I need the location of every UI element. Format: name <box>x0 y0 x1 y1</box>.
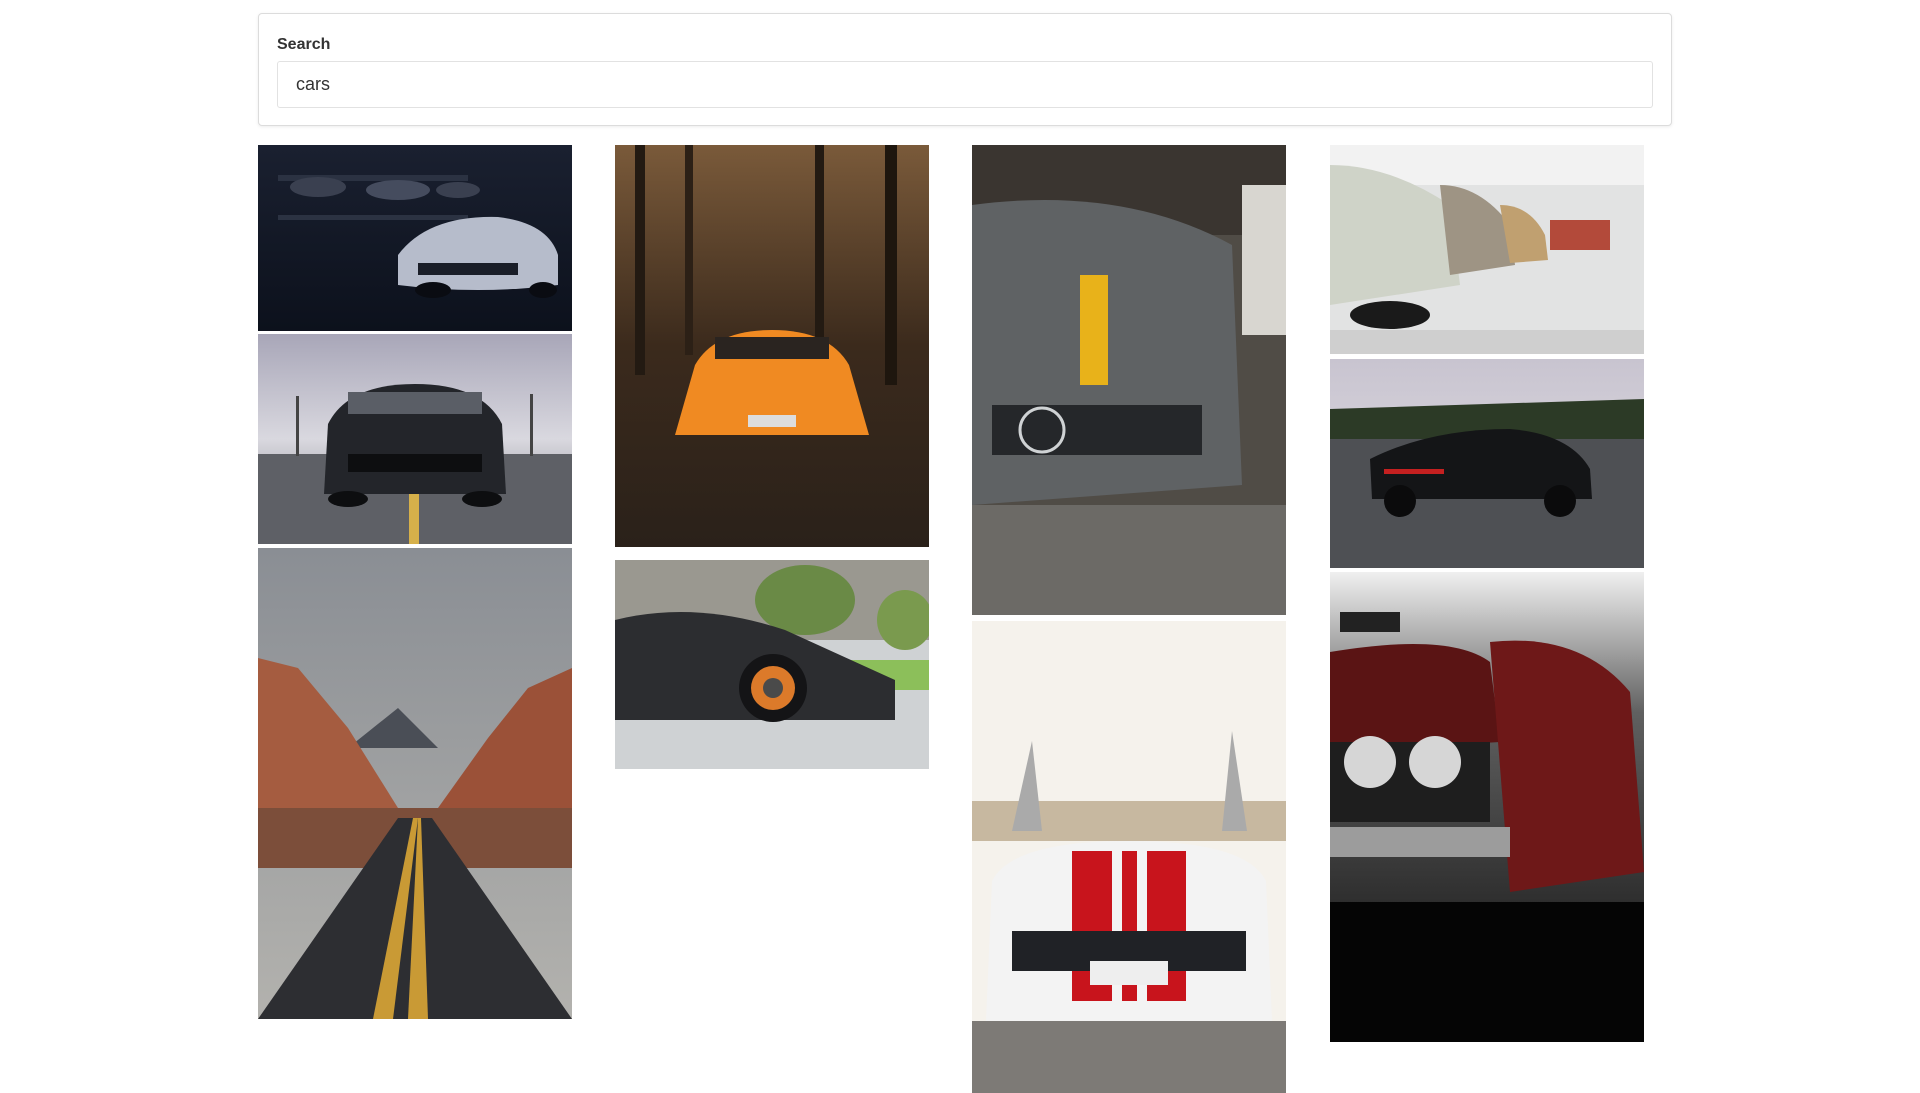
car-photo-icon <box>972 621 1286 1093</box>
car-photo-icon <box>1330 572 1644 1042</box>
search-label: Search <box>277 36 331 53</box>
gallery-image-orange-lamborghini[interactable] <box>615 145 929 547</box>
car-photo-icon <box>615 560 929 769</box>
gallery-image-mercedes-amg[interactable] <box>972 145 1286 615</box>
gallery-image-desert-road[interactable] <box>258 548 572 1019</box>
gallery-image-mustang-road[interactable] <box>258 334 572 544</box>
gallery-image-white-mustang[interactable] <box>972 621 1286 1093</box>
car-photo-icon <box>258 334 572 544</box>
search-input[interactable] <box>277 61 1653 108</box>
gallery-image-black-lamborghini[interactable] <box>615 560 929 769</box>
gallery-image-classic-red-car[interactable] <box>1330 572 1644 1042</box>
car-photo-icon <box>1330 145 1644 354</box>
landscape-photo-icon <box>258 548 572 1019</box>
car-photo-icon <box>615 145 929 547</box>
search-panel: Search <box>258 13 1672 126</box>
car-photo-icon <box>258 145 572 331</box>
gallery-image-camaro[interactable] <box>258 145 572 331</box>
gallery-image-black-porsche[interactable] <box>1330 359 1644 568</box>
car-photo-icon <box>972 145 1286 615</box>
car-photo-icon <box>1330 359 1644 568</box>
gallery-image-vintage-bmw[interactable] <box>1330 145 1644 354</box>
